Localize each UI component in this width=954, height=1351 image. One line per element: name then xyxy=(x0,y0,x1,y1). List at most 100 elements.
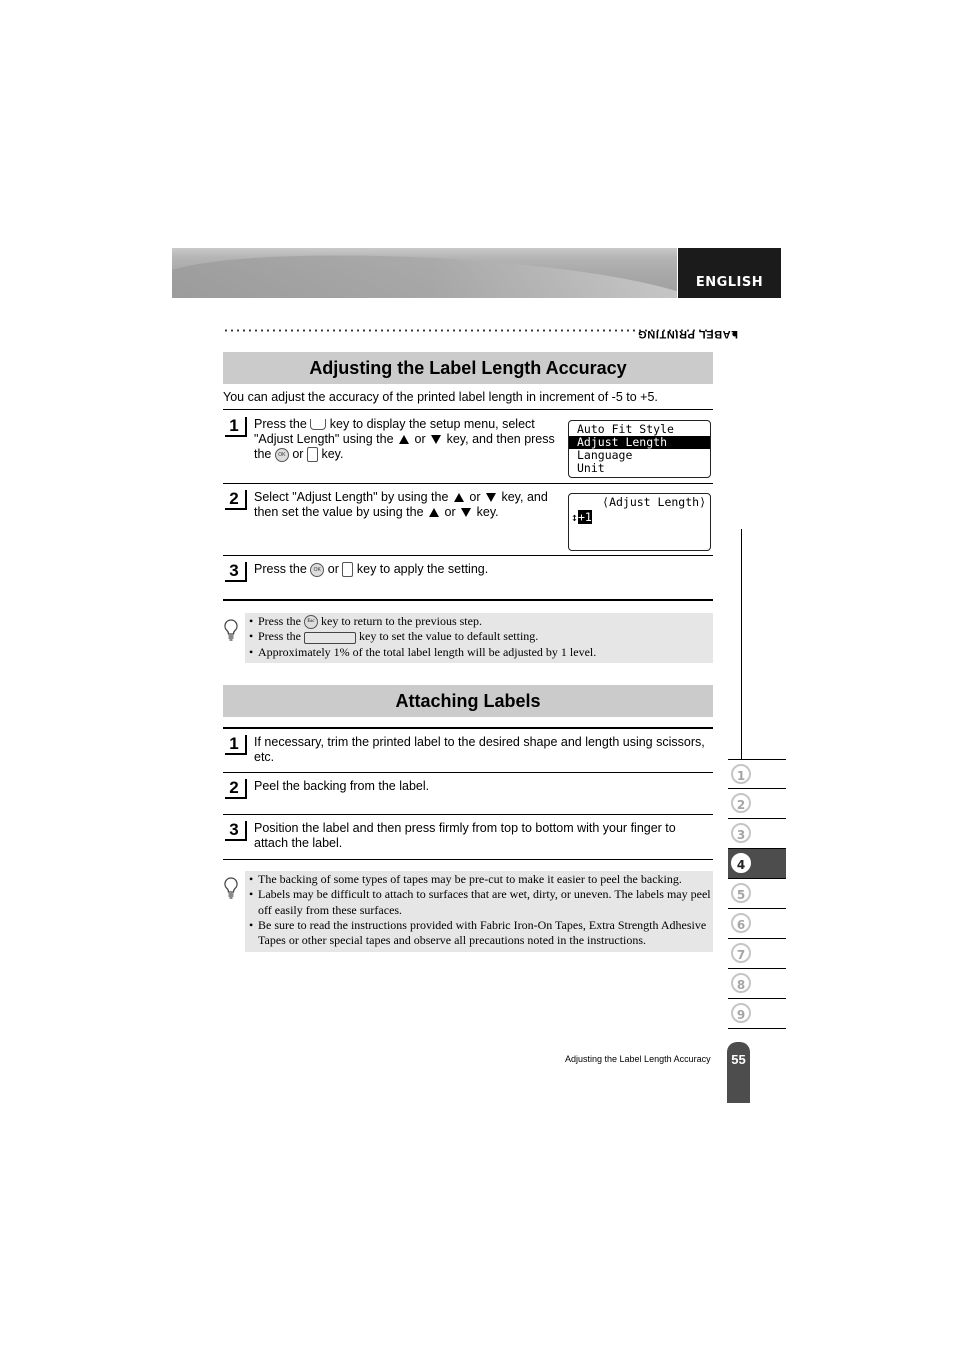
footer-section-name: Adjusting the Label Length Accuracy xyxy=(565,1054,711,1064)
chapter-number-icon: 8 xyxy=(731,973,751,993)
text: then set the value by using the xyxy=(254,505,424,519)
step-text: Peel the backing from the label. xyxy=(254,779,430,793)
chapter-tab-5[interactable]: 5 xyxy=(728,879,786,909)
esc-key-icon: Esc xyxy=(304,615,318,630)
section-label-text: LABEL PRINTING xyxy=(637,328,738,340)
text: or xyxy=(469,490,481,504)
chapter-tab-3[interactable]: 3 xyxy=(728,819,786,849)
chapter-tab-7[interactable]: 7 xyxy=(728,939,786,969)
side-divider xyxy=(741,529,742,759)
up-arrow-key-icon xyxy=(429,508,440,518)
text: or xyxy=(292,447,304,461)
chapter-tab-8[interactable]: 8 xyxy=(728,969,786,999)
step-text: Press the key to display the setup menu,… xyxy=(254,417,564,463)
enter-key-icon xyxy=(306,447,318,463)
language-tab: ENGLISH xyxy=(678,248,781,298)
step-number: 2 xyxy=(225,490,247,510)
ok-key-icon: OK xyxy=(310,562,325,577)
text: Press the xyxy=(258,629,301,644)
divider xyxy=(223,483,713,484)
down-arrow-key-icon xyxy=(461,508,472,518)
chapter-number-icon: 4 xyxy=(731,853,751,873)
lcd-title: ⟨Adjust Length⟩ xyxy=(602,495,706,509)
lcd-value: +1 xyxy=(577,510,592,524)
page-number: 55 xyxy=(731,1052,746,1067)
header-banner xyxy=(172,248,677,298)
chapter-tab-4[interactable]: 4 xyxy=(728,849,786,879)
chapter-tab-2[interactable]: 2 xyxy=(728,789,786,819)
chapter-number-icon: 2 xyxy=(731,793,751,813)
lcd-adjust-length: ⟨Adjust Length⟩ ↕+1 xyxy=(568,493,711,551)
text: Select "Adjust Length" by using the xyxy=(254,490,449,504)
space-key-icon xyxy=(304,631,356,644)
text: key, and then press xyxy=(446,432,555,446)
step-number: 2 xyxy=(225,779,247,799)
lcd-setup-menu: Auto Fit Style Adjust Length Language Un… xyxy=(568,420,711,478)
chapter-number-icon: 6 xyxy=(731,913,751,933)
enter-key-icon xyxy=(342,562,354,578)
chapter-tab-9[interactable]: 9 xyxy=(728,999,786,1029)
section-title-text: Adjusting the Label Length Accuracy xyxy=(309,357,627,378)
text: "Adjust Length" using the xyxy=(254,432,394,446)
text: key to set the value to default setting. xyxy=(359,629,539,644)
ok-key-icon: OK xyxy=(274,447,289,462)
chapter-tab-1[interactable]: 1 xyxy=(728,759,786,789)
lightbulb-icon xyxy=(224,619,238,641)
page-number-tab: 55 xyxy=(727,1042,750,1103)
divider xyxy=(223,859,713,860)
chapter-number-icon: 1 xyxy=(731,764,751,784)
divider xyxy=(223,772,713,773)
lcd-menu-item: Unit xyxy=(577,461,605,475)
tip-box: Press the Esc key to return to the previ… xyxy=(245,613,713,663)
tip-item: The backing of some types of tapes may b… xyxy=(249,872,711,888)
text: or xyxy=(444,505,456,519)
tip-item: Press the key to set the value to defaul… xyxy=(249,629,711,645)
divider xyxy=(223,409,713,410)
chapter-number-icon: 5 xyxy=(731,883,751,903)
text: key to apply the setting. xyxy=(356,562,489,576)
text: key, and xyxy=(501,490,548,504)
step-number: 1 xyxy=(225,735,247,755)
text: Press the xyxy=(254,562,307,576)
tip-item: Labels may be difficult to attach to sur… xyxy=(249,887,711,918)
step-number: 1 xyxy=(225,417,247,437)
divider xyxy=(223,599,713,601)
language-label: ENGLISH xyxy=(695,275,764,290)
text: or xyxy=(414,432,426,446)
step-text: If necessary, trim the printed label to … xyxy=(254,735,705,764)
step-text: Position the label and then press firmly… xyxy=(254,821,676,850)
text: Press the xyxy=(254,417,307,431)
chapter-number-icon: 9 xyxy=(731,1003,751,1023)
lightbulb-icon xyxy=(224,877,238,899)
down-arrow-key-icon xyxy=(431,435,442,445)
setup-key-icon xyxy=(310,419,327,431)
text: key. xyxy=(476,505,499,519)
updown-icon: ↕ xyxy=(571,510,578,524)
divider xyxy=(223,555,713,556)
tip-box: The backing of some types of tapes may b… xyxy=(245,871,713,952)
chapter-number-icon: 3 xyxy=(731,823,751,843)
step-number: 3 xyxy=(225,562,247,582)
tip-item: Press the Esc key to return to the previ… xyxy=(249,614,711,630)
step-text: Select "Adjust Length" by using the or k… xyxy=(254,490,564,520)
chapter-tab-6[interactable]: 6 xyxy=(728,909,786,939)
step-text: Press the OK or key to apply the setting… xyxy=(254,562,704,578)
intro-text: You can adjust the accuracy of the print… xyxy=(223,390,658,404)
text: the xyxy=(254,447,272,461)
tip-item: Be sure to read the instructions provide… xyxy=(249,918,711,949)
down-arrow-key-icon xyxy=(486,493,496,503)
up-arrow-key-icon xyxy=(399,435,410,445)
chapter-number-icon: 7 xyxy=(731,943,751,963)
section-title-adjust-length: Adjusting the Label Length Accuracy xyxy=(223,352,713,384)
step-number: 3 xyxy=(225,821,247,841)
side-section-label: ● LABEL PRINTING xyxy=(638,328,744,460)
section-title-attaching-labels: Attaching Labels xyxy=(223,685,713,717)
up-arrow-key-icon xyxy=(453,493,464,503)
text: key to display the setup menu, select xyxy=(329,417,535,431)
text: key. xyxy=(321,447,344,461)
tip-item: Approximately 1% of the total label leng… xyxy=(249,645,711,661)
text: or xyxy=(327,562,339,576)
divider xyxy=(223,814,713,815)
divider xyxy=(223,727,713,729)
text: key to return to the previous step. xyxy=(321,614,482,628)
